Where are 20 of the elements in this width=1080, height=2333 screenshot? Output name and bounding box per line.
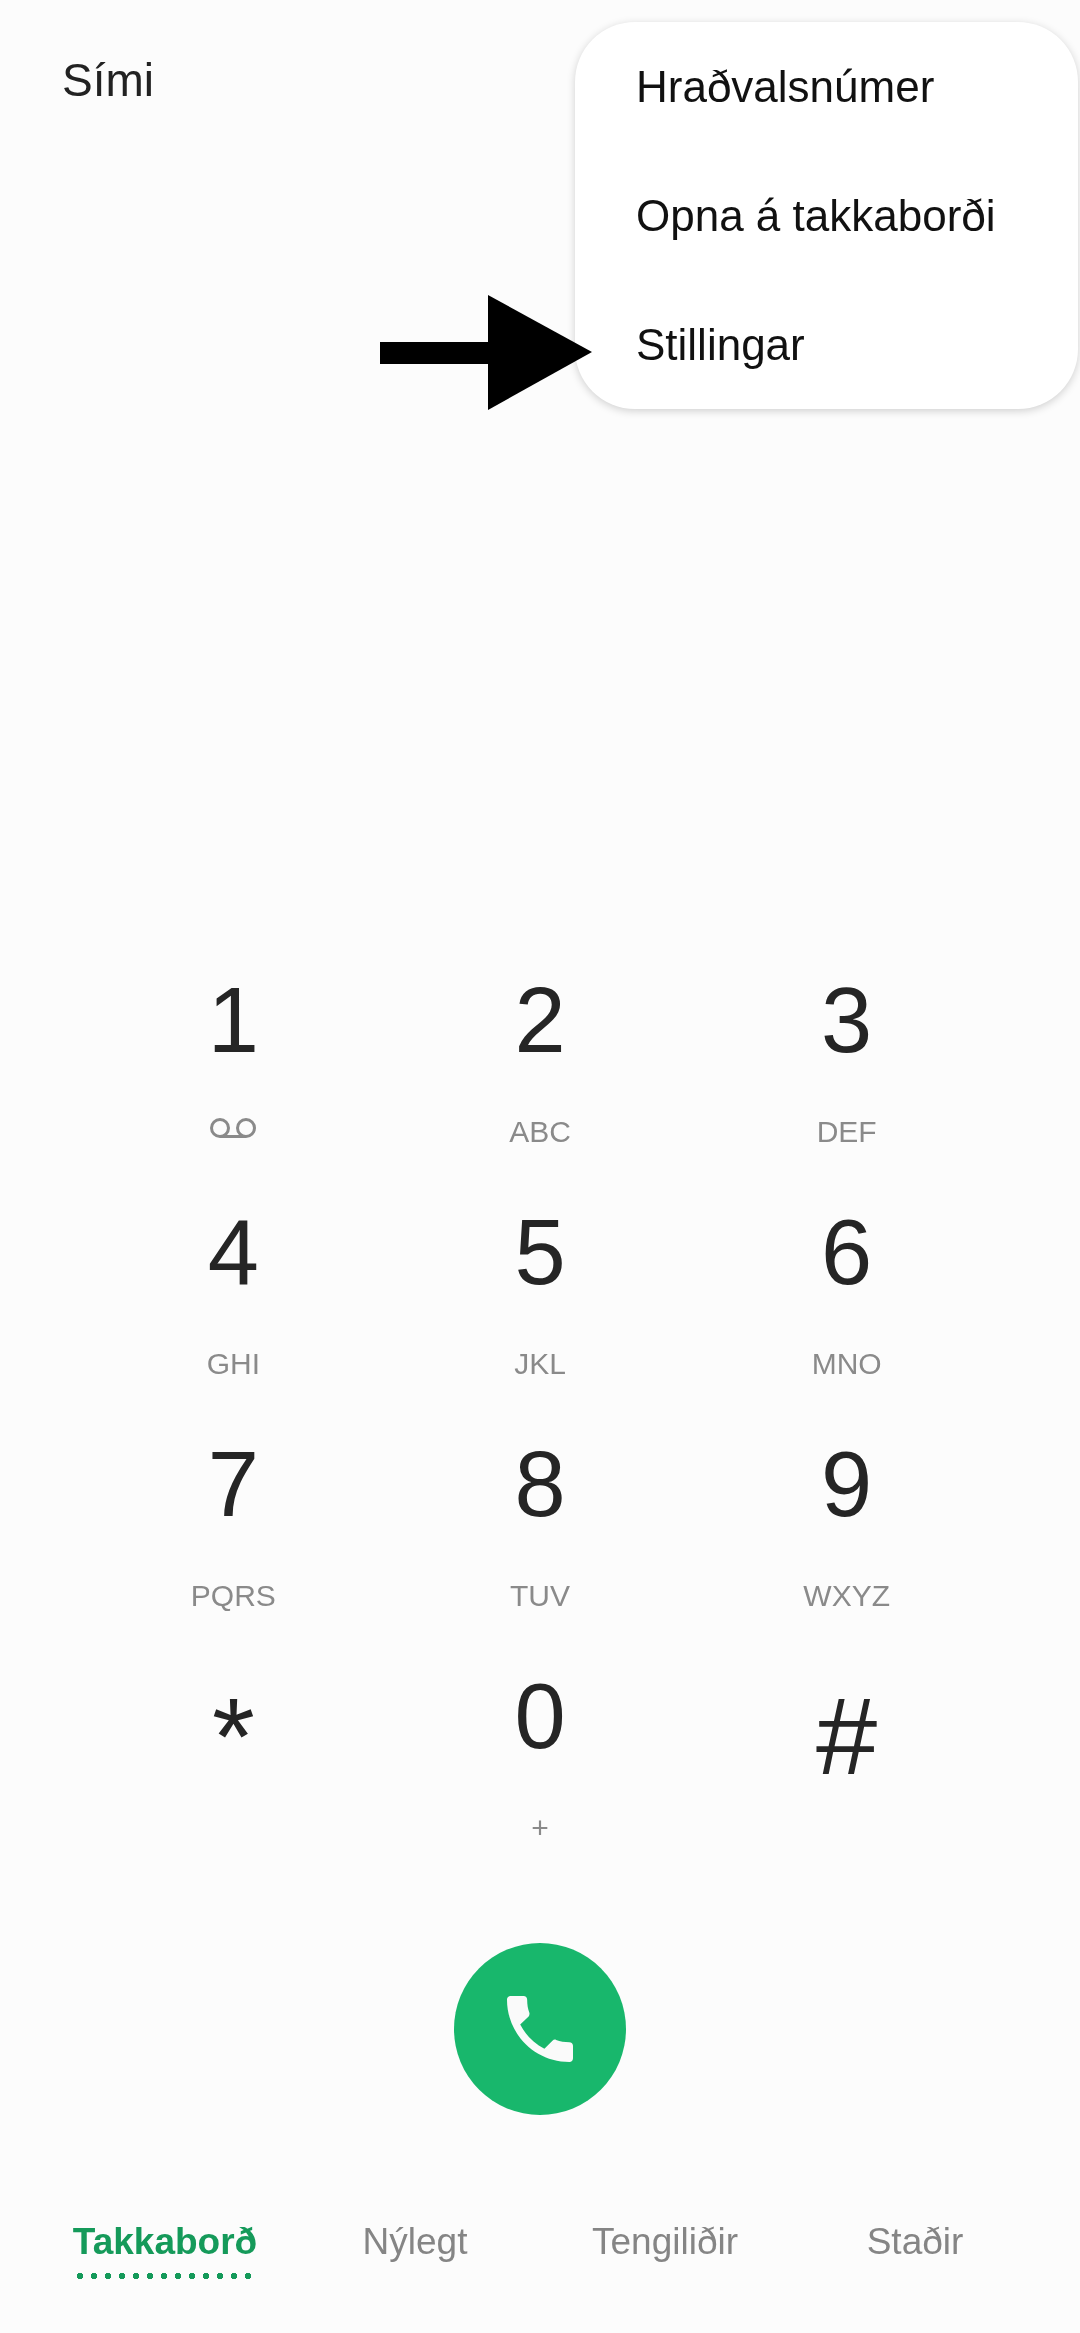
dial-key[interactable]: # [693,1641,1000,1873]
dial-key[interactable]: 3 DEF [693,945,1000,1177]
nav-tab[interactable]: Tengiliðir [592,2213,738,2281]
dial-key[interactable]: 0 + [386,1641,694,1873]
app-title: Sími [62,53,154,108]
menu-item[interactable]: Stillingar [575,280,1078,409]
dial-key[interactable]: * [80,1641,387,1873]
menu-item[interactable]: Opna á takkaborði [575,151,1078,280]
voicemail-icon [209,1117,258,1139]
dial-key[interactable]: 2 ABC [386,945,694,1177]
menu-item[interactable]: Hraðvalsnúmer [575,22,1078,151]
nav-tab[interactable]: Staðir [866,2213,964,2281]
dial-key[interactable]: 7 PQRS [80,1409,387,1641]
dial-key[interactable]: 8 TUV [386,1409,694,1641]
dial-key[interactable]: 1 [80,945,387,1177]
nav-tab[interactable]: Nýlegt [362,2213,468,2281]
dial-key[interactable]: 5 JKL [386,1177,694,1409]
dial-key[interactable]: 4 GHI [80,1177,387,1409]
dial-key[interactable]: 6 MNO [693,1177,1000,1409]
dial-key[interactable]: 9 WXYZ [693,1409,1000,1641]
